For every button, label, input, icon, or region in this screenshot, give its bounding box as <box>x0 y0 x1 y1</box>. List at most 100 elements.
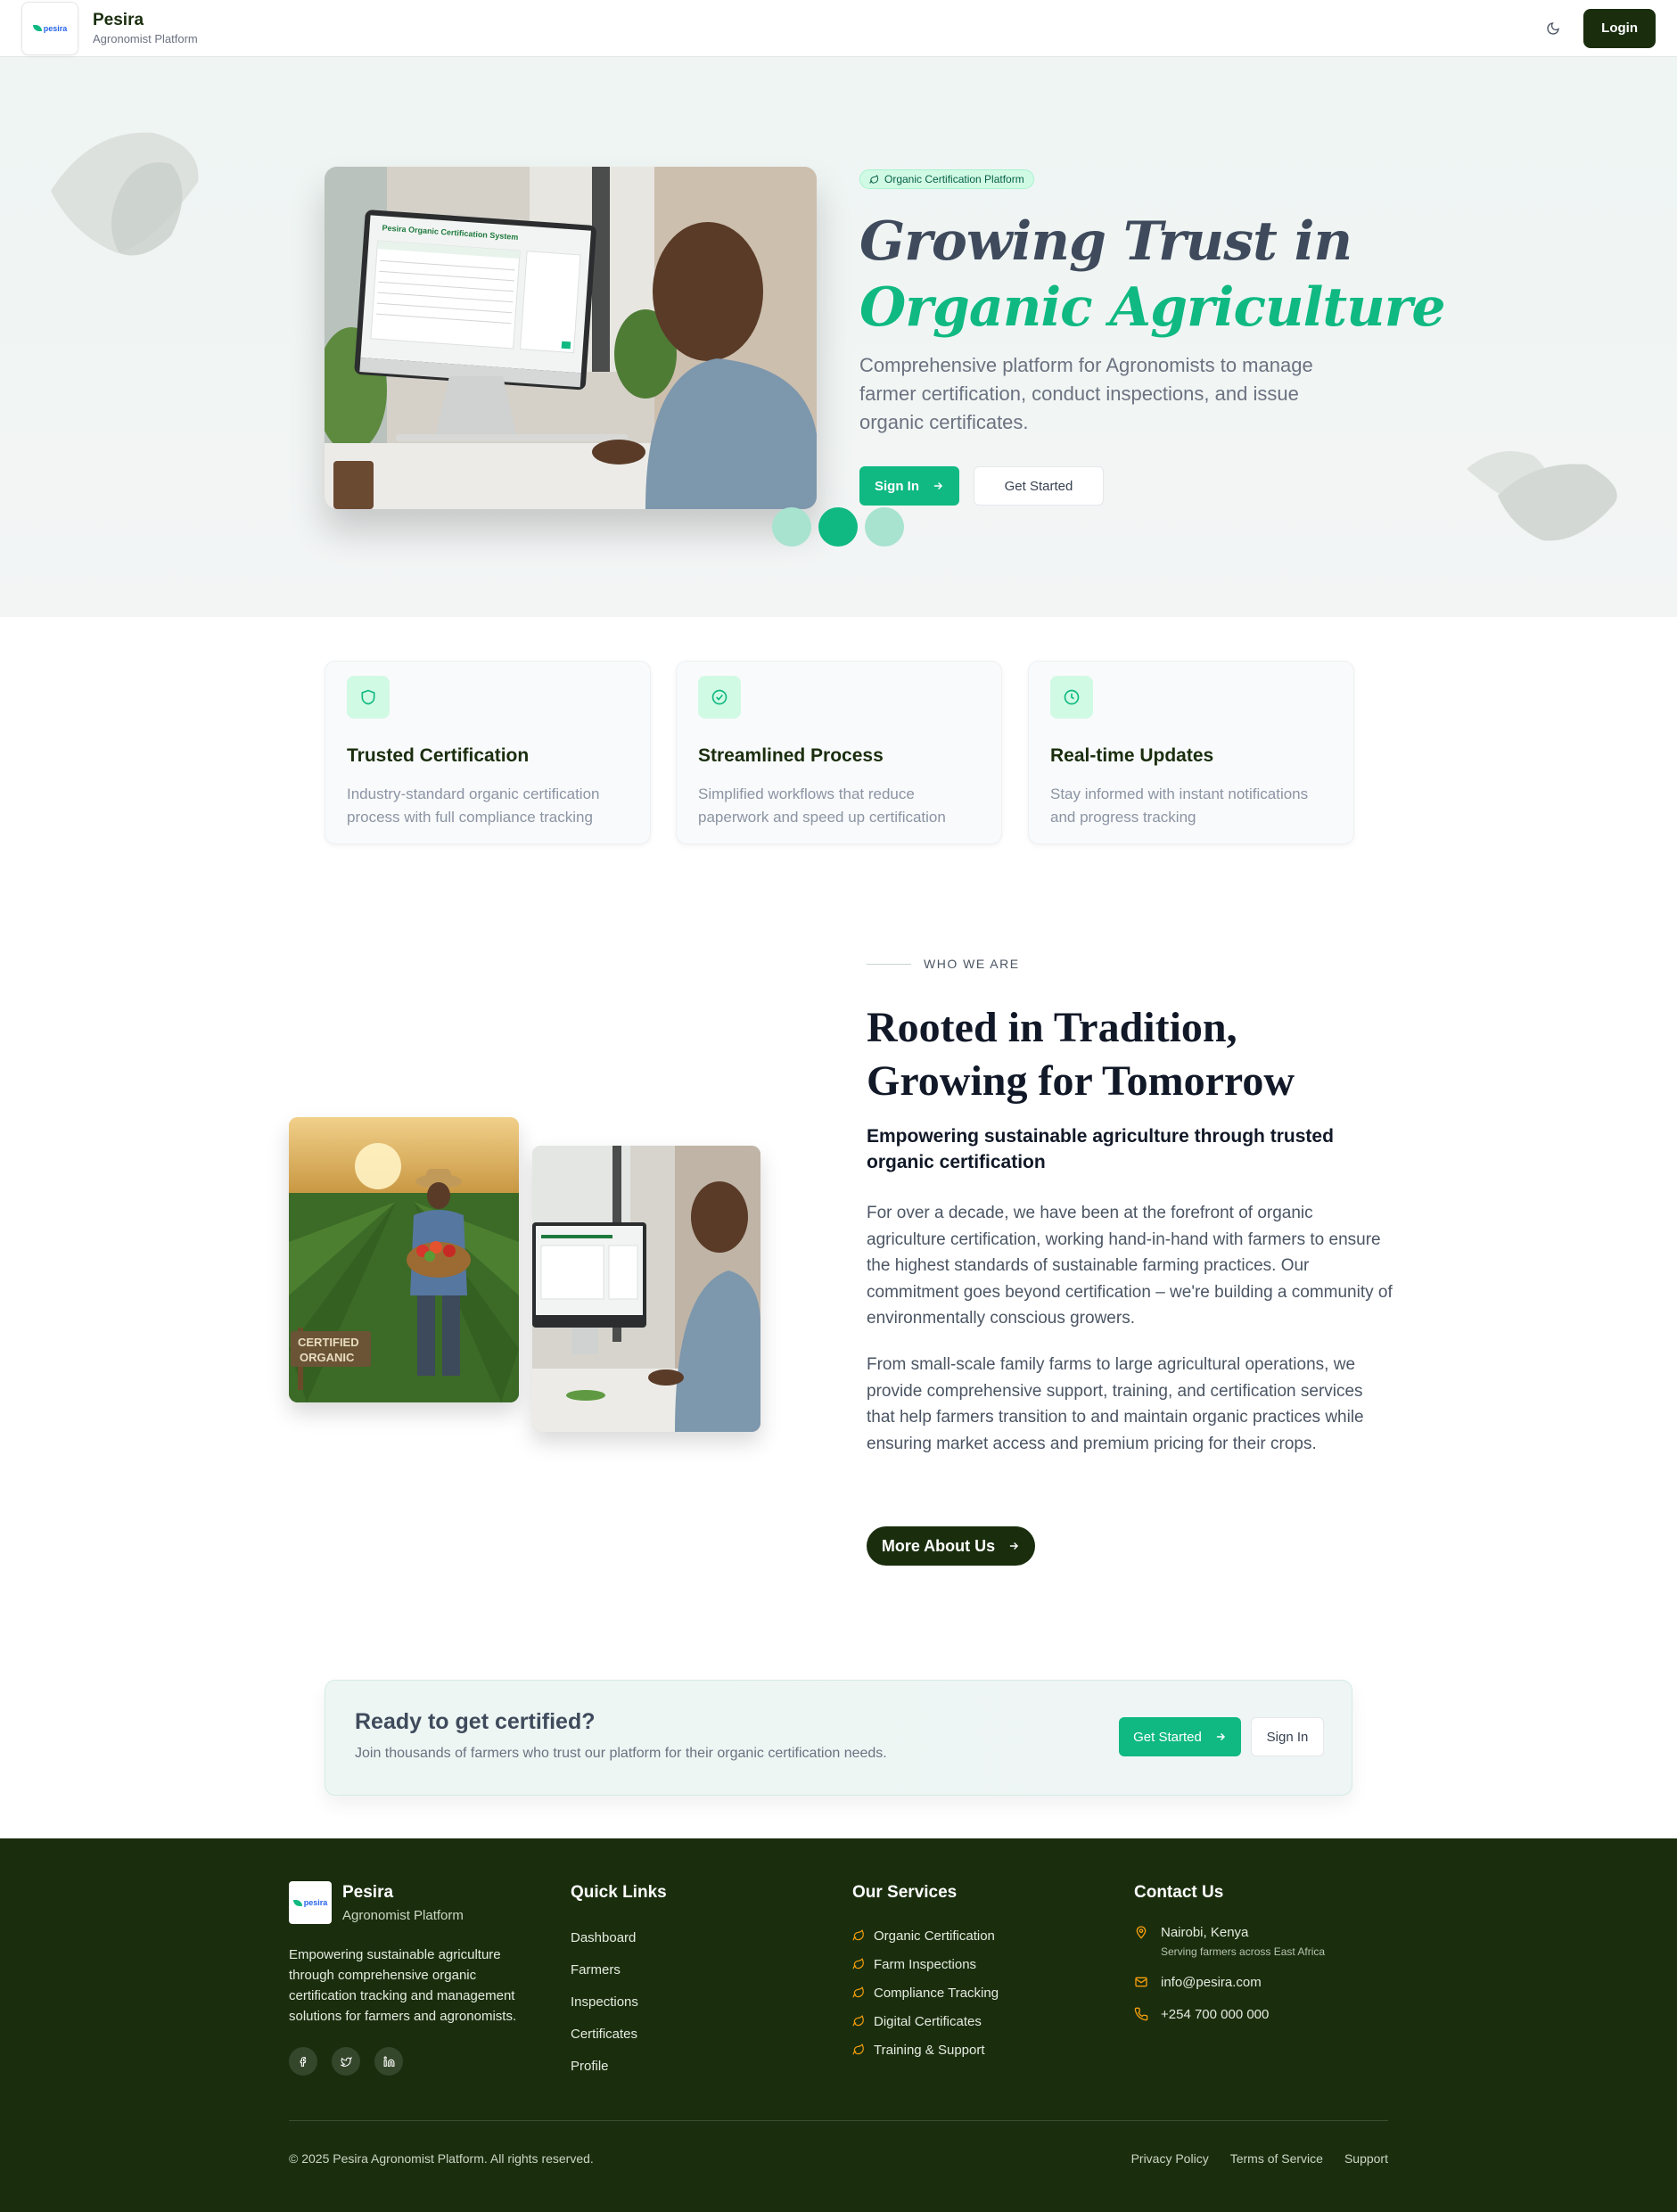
contact-phone[interactable]: +254 700 000 000 <box>1134 2007 1269 2022</box>
footer-link-certificates[interactable]: Certificates <box>571 2018 638 2050</box>
logo-mark: pesira <box>32 23 68 33</box>
brand-name: Pesira <box>93 11 144 29</box>
hero-description: Comprehensive platform for Agronomists t… <box>859 354 1313 433</box>
who-subtitle: Empowering sustainable agriculture throu… <box>867 1126 1334 1172</box>
service-item[interactable]: Training & Support <box>852 2035 999 2064</box>
more-about-us-button[interactable]: More About Us <box>867 1526 1035 1566</box>
services-title: Our Services <box>852 1883 958 1902</box>
leaf-icon <box>869 174 879 184</box>
map-pin-icon <box>1136 1926 1147 1939</box>
terms-of-service-link[interactable]: Terms of Service <box>1230 2151 1323 2166</box>
platform-badge: Organic Certification Platform <box>859 169 1034 189</box>
top-header: pesira Pesira Agronomist Platform Login <box>0 0 1677 57</box>
hero-get-started-button[interactable]: Get Started <box>974 466 1104 506</box>
cta-sign-in-button[interactable]: Sign In <box>1251 1717 1324 1756</box>
feature-desc: Stay informed with instant notifications… <box>1050 785 1309 826</box>
service-item[interactable]: Digital Certificates <box>852 2007 999 2035</box>
cta-description: Join thousands of farmers who trust our … <box>355 1746 887 1761</box>
feature-title: Trusted Certification <box>347 745 530 766</box>
footer-description: Empowering sustainable agriculture throu… <box>289 1947 517 2024</box>
who-paragraph-2: From small-scale family farms to large a… <box>867 1355 1364 1453</box>
social-links <box>289 2047 403 2076</box>
feature-card-realtime: Real-time Updates Stay informed with ins… <box>1028 661 1354 844</box>
email-text: info@pesira.com <box>1161 1975 1262 1990</box>
feature-desc: Industry-standard organic certification … <box>347 785 600 826</box>
support-link[interactable]: Support <box>1344 2151 1388 2166</box>
linkedin-icon[interactable] <box>374 2047 403 2076</box>
hero-illustration: Pesira Organic Certification System <box>325 167 817 509</box>
service-label: Farm Inspections <box>874 1956 977 1972</box>
service-item[interactable]: Organic Certification <box>852 1921 999 1950</box>
service-label: Digital Certificates <box>874 2013 982 2029</box>
cta-title: Ready to get certified? <box>355 1709 596 1734</box>
who-title-line1: Rooted in Tradition, <box>867 1004 1237 1051</box>
who-title-line2: Growing for Tomorrow <box>867 1057 1295 1105</box>
logo-mark: pesira <box>292 1898 328 1907</box>
clock-icon <box>1050 676 1093 719</box>
facebook-icon[interactable] <box>289 2047 317 2076</box>
footer-link-profile[interactable]: Profile <box>571 2050 638 2082</box>
footer-brand: Pesira <box>342 1883 394 1902</box>
footer-brand-subtitle: Agronomist Platform <box>342 1908 464 1923</box>
footer-link-farmers[interactable]: Farmers <box>571 1953 638 1986</box>
farmer-image: CERTIFIED ORGANIC <box>289 1117 519 1402</box>
brand-block: Pesira Agronomist Platform <box>93 11 198 45</box>
feature-title: Real-time Updates <box>1050 745 1214 766</box>
decorative-leaf-icon <box>1467 451 1617 541</box>
cta-get-started-button[interactable]: Get Started <box>1119 1717 1241 1756</box>
contact-location: Nairobi, Kenya Serving farmers across Ea… <box>1134 1925 1325 1958</box>
footer-link-dashboard[interactable]: Dashboard <box>571 1921 638 1953</box>
contact-email[interactable]: info@pesira.com <box>1134 1975 1262 1990</box>
kicker-text: WHO WE ARE <box>924 957 1020 971</box>
moon-icon[interactable] <box>1544 20 1562 37</box>
cta-banner: Ready to get certified? Join thousands o… <box>325 1680 1352 1796</box>
farmer-illustration: CERTIFIED ORGANIC <box>289 1117 519 1402</box>
logo[interactable]: pesira <box>21 1 78 55</box>
decorative-leaf-icon <box>51 132 199 256</box>
site-footer: pesira Pesira Agronomist Platform Empowe… <box>0 1838 1677 2212</box>
leaf-icon <box>852 1958 864 1969</box>
check-circle-icon <box>698 676 741 719</box>
logo-text: pesira <box>303 1898 328 1907</box>
login-button[interactable]: Login <box>1583 8 1656 48</box>
arrow-right-icon <box>1010 1542 1019 1550</box>
footer-divider <box>289 2120 1388 2121</box>
service-label: Training & Support <box>874 2042 985 2058</box>
mail-icon <box>1135 1977 1147 1987</box>
carousel-dot-2[interactable] <box>818 507 858 547</box>
service-label: Compliance Tracking <box>874 1985 999 2001</box>
twitter-icon[interactable] <box>332 2047 360 2076</box>
footer-link-inspections[interactable]: Inspections <box>571 1986 638 2018</box>
legal-links: Privacy Policy Terms of Service Support <box>1131 2151 1388 2166</box>
location-subtext: Serving farmers across East Africa <box>1161 1945 1326 1958</box>
carousel-dot-3[interactable] <box>865 507 904 547</box>
feature-desc: Simplified workflows that reduce paperwo… <box>698 785 946 826</box>
hero-signin-button[interactable]: Sign In <box>859 466 959 506</box>
arrow-right-icon <box>933 482 943 489</box>
feature-card-streamlined: Streamlined Process Simplified workflows… <box>676 661 1002 844</box>
arrow-right-icon <box>1216 1733 1225 1740</box>
copyright: © 2025 Pesira Agronomist Platform. All r… <box>289 2151 594 2166</box>
carousel-dots <box>772 507 904 547</box>
hero-title-line1: Growing Trust in <box>859 210 1352 273</box>
badge-text: Organic Certification Platform <box>884 173 1024 185</box>
who-paragraph-1: For over a decade, we have been at the f… <box>867 1204 1393 1328</box>
leaf-icon <box>852 2015 864 2027</box>
logo-text: pesira <box>43 23 68 33</box>
leaf-icon <box>852 2043 864 2055</box>
service-item[interactable]: Compliance Tracking <box>852 1978 999 2007</box>
office-illustration <box>532 1146 760 1432</box>
sign-text-certified: CERTIFIED <box>298 1336 359 1349</box>
leaf-icon <box>852 1929 864 1941</box>
carousel-dot-1[interactable] <box>772 507 811 547</box>
section-kicker: WHO WE ARE <box>867 957 1020 971</box>
privacy-policy-link[interactable]: Privacy Policy <box>1131 2151 1209 2166</box>
phone-text: +254 700 000 000 <box>1161 2007 1270 2022</box>
leaf-icon <box>852 1986 864 1998</box>
leaf-icon <box>292 1899 302 1906</box>
feature-card-trusted: Trusted Certification Industry-standard … <box>325 661 651 844</box>
feature-title: Streamlined Process <box>698 745 884 766</box>
service-item[interactable]: Farm Inspections <box>852 1950 999 1978</box>
phone-icon <box>1134 2007 1148 2021</box>
footer-logo[interactable]: pesira <box>289 1881 332 1924</box>
